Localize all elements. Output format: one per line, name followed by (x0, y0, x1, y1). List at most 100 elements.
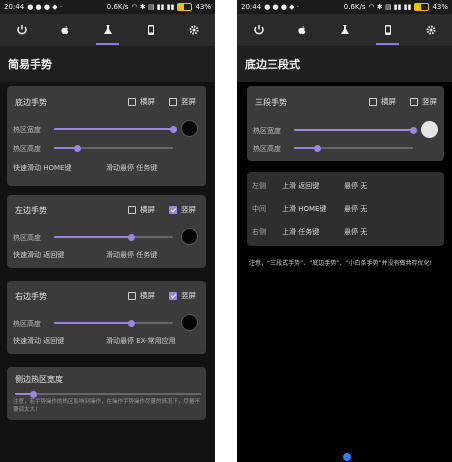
hold-action-row[interactable]: 滑动悬停 EX-常用应用 (106, 336, 176, 346)
signal-icons: ◠ ✱ ▤ ▮▮ ▮▮ (131, 3, 175, 11)
hotzone-height-slider[interactable] (54, 233, 173, 241)
slider-knob[interactable] (127, 319, 135, 327)
slider-knob[interactable] (314, 144, 322, 152)
tab-power[interactable] (237, 14, 280, 46)
hotzone-height-label: 热区高度 (253, 145, 281, 153)
slider-knob[interactable] (30, 390, 38, 398)
color-swatch[interactable] (181, 228, 198, 245)
hold-label: 滑动悬停 (106, 164, 134, 172)
left-gesture-card: 左边手势 横屏 竖屏 热区高度 快速滑动 返回键 滑动悬停 任务键 (7, 195, 206, 268)
landscape-checkbox[interactable]: 横屏 (369, 96, 396, 107)
swipe-action: 返回键 (43, 337, 65, 345)
portrait-checkbox[interactable]: 竖屏 (169, 290, 196, 301)
flask-icon (103, 25, 112, 34)
hold-action-row[interactable]: 滑动悬停 任务键 (106, 250, 157, 260)
page-title: 简易手势 (0, 46, 215, 82)
color-swatch[interactable] (181, 120, 198, 137)
color-swatch[interactable] (421, 121, 438, 138)
landscape-checkbox[interactable]: 横屏 (128, 290, 155, 301)
clock: 20:44 (241, 3, 262, 11)
checkbox-box[interactable] (169, 97, 177, 106)
checkbox-label: 竖屏 (181, 291, 196, 300)
hold-action: EX-常用应用 (136, 337, 176, 345)
swipe-action-row[interactable]: 快速滑动 返回键 (13, 250, 64, 260)
slider-knob[interactable] (74, 144, 82, 152)
right-gesture-card: 右边手势 横屏 竖屏 热区高度 快速滑动 返回键 滑动悬停 EX-常用应用 (7, 281, 206, 354)
bottom-gesture-card: 底边手势 横屏 竖屏 热区宽度 热区高度 快速滑动 HOME键 滑动悬停 任务键 (7, 86, 206, 186)
checkbox-box[interactable] (369, 97, 377, 106)
slider-knob[interactable] (127, 233, 135, 241)
hold-action-row[interactable]: 滑动悬停 任务键 (106, 163, 157, 173)
tab-lab[interactable] (323, 14, 366, 46)
card-title: 侧边热区宽度 (15, 375, 63, 384)
network-speed: 0.6K/s (106, 3, 129, 11)
slider-knob[interactable] (169, 125, 177, 133)
tab-settings[interactable] (172, 14, 215, 46)
power-icon (253, 25, 264, 35)
tab-phone[interactable] (366, 14, 409, 46)
slider-knob[interactable] (409, 126, 417, 134)
mapping-row-right[interactable]: 右侧 上滑 任务键 悬停 无 (252, 227, 438, 237)
hotzone-height-label: 热区高度 (13, 145, 41, 153)
hold-label: 悬停 (344, 182, 358, 190)
tab-power[interactable] (0, 14, 43, 46)
swipe-label: 上滑 (282, 205, 296, 213)
checkbox-box[interactable] (169, 291, 177, 300)
hold-action: 任务键 (136, 164, 158, 172)
side-width-card: 侧边热区宽度 注意，若手势操作的热区影响到操作，在操作手势操作尽量的情况下，尽量… (7, 367, 206, 420)
gear-icon (426, 25, 435, 35)
mapping-row-left[interactable]: 左侧 上滑 返回键 悬停 无 (252, 181, 438, 191)
slider-fill (54, 322, 132, 324)
hotzone-height-label: 热区高度 (13, 234, 41, 242)
swipe-label: 快速滑动 (13, 164, 41, 172)
card-title: 左边手势 (15, 206, 47, 215)
checkbox-box[interactable] (169, 205, 177, 214)
hotzone-width-label: 热区宽度 (253, 127, 281, 135)
tab-apple[interactable] (280, 14, 323, 46)
battery-percent: 43% (432, 3, 448, 11)
checkbox-box[interactable] (128, 205, 136, 214)
tab-apple[interactable] (43, 14, 86, 46)
swipe-label: 快速滑动 (13, 251, 41, 259)
swipe-action-row[interactable]: 快速滑动 HOME键 (13, 163, 71, 173)
power-icon (16, 25, 27, 35)
color-swatch[interactable] (181, 314, 198, 331)
phone-icon (384, 25, 391, 35)
checkbox-label: 横屏 (140, 291, 155, 300)
apple-icon (60, 25, 68, 35)
hotzone-width-slider[interactable] (54, 125, 177, 133)
tab-bar (0, 14, 215, 46)
mapping-row-middle[interactable]: 中间 上滑 HOME键 悬停 无 (252, 204, 438, 214)
hotzone-width-label: 热区宽度 (13, 126, 41, 134)
checkbox-box[interactable] (128, 291, 136, 300)
swipe-action-row[interactable]: 快速滑动 返回键 (13, 336, 64, 346)
hotzone-width-slider[interactable] (294, 126, 417, 134)
side-width-slider[interactable] (15, 390, 201, 398)
tab-phone[interactable] (129, 14, 172, 46)
checkbox-label: 竖屏 (181, 97, 196, 106)
swipe-action: 返回键 (43, 251, 65, 259)
portrait-checkbox[interactable]: 竖屏 (169, 96, 196, 107)
hotzone-height-slider[interactable] (54, 319, 173, 327)
portrait-checkbox[interactable]: 竖屏 (410, 96, 437, 107)
card-title: 右边手势 (15, 292, 47, 301)
notification-icons: ● ● ● ◆ · (264, 3, 300, 11)
hotzone-height-slider[interactable] (294, 144, 413, 152)
notification-icons: ● ● ● ◆ · (27, 3, 63, 11)
three-segment-card: 三段手势 横屏 竖屏 热区宽度 热区高度 (247, 86, 444, 161)
tab-settings[interactable] (409, 14, 452, 46)
status-bar: 20:44 ● ● ● ◆ · 0.6K/s ◠ ✱ ▤ ▮▮ ▮▮ 43% (237, 0, 452, 14)
landscape-checkbox[interactable]: 横屏 (128, 96, 155, 107)
swipe-action: 返回键 (298, 182, 320, 190)
checkbox-box[interactable] (128, 97, 136, 106)
portrait-checkbox[interactable]: 竖屏 (169, 204, 196, 215)
hotzone-height-slider[interactable] (54, 144, 173, 152)
checkbox-label: 横屏 (140, 97, 155, 106)
tab-bar (237, 14, 452, 46)
checkbox-label: 竖屏 (422, 97, 437, 106)
checkbox-box[interactable] (410, 97, 418, 106)
tab-lab[interactable] (86, 14, 129, 46)
slider-fill (54, 128, 173, 130)
gesture-indicator-dot (343, 453, 351, 461)
landscape-checkbox[interactable]: 横屏 (128, 204, 155, 215)
